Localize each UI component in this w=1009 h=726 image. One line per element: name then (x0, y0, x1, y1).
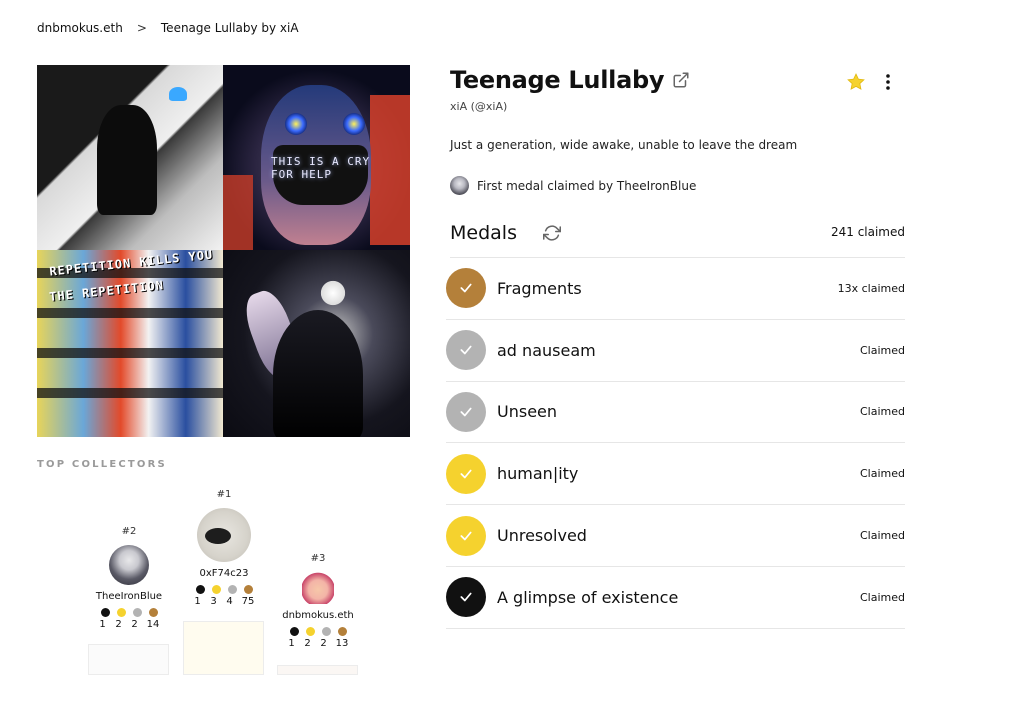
medal-tier-dots (88, 608, 170, 617)
bronze-medal-dot (243, 585, 253, 594)
check-icon (460, 407, 472, 417)
collection-title: Teenage Lullaby (450, 66, 665, 94)
external-link-icon[interactable] (672, 71, 690, 89)
collection-description: Just a generation, wide awake, unable to… (450, 138, 798, 152)
black-medal-dot (289, 627, 299, 636)
kebab-menu-icon[interactable] (880, 72, 896, 92)
collector-rank-3[interactable]: #3 dnbmokus.eth 1 2 2 13 (280, 553, 356, 649)
artwork-panel-2: THIS IS A CRY FOR HELP (223, 65, 410, 250)
gold-medal-dot (211, 585, 221, 594)
medal-status: Claimed (860, 467, 905, 481)
silver-medal-dot (321, 627, 331, 636)
check-icon (460, 531, 472, 540)
silver-medal-badge (446, 330, 486, 371)
black-medal-dot (195, 585, 205, 594)
breadcrumb: dnbmokus.eth > Teenage Lullaby by xiA (37, 21, 299, 35)
black-medal-badge (446, 577, 486, 618)
breadcrumb-root-link[interactable]: dnbmokus.eth (37, 21, 123, 35)
medal-name: Fragments (497, 278, 582, 298)
collector-name: TheeIronBlue (95, 591, 163, 602)
artwork-panel-1 (37, 65, 223, 250)
gold-medal-badge (446, 515, 486, 556)
breadcrumb-separator: > (136, 21, 147, 35)
artwork-overlay-text: THIS IS A CRY FOR HELP (271, 155, 371, 181)
medal-row[interactable]: human|ity Claimed (446, 443, 905, 506)
artist-handle[interactable]: xiA (@xiA) (450, 100, 507, 113)
silver-medal-dot (227, 585, 237, 594)
breadcrumb-current: Teenage Lullaby by xiA (160, 21, 299, 35)
check-icon (460, 593, 472, 602)
medal-counts: 1 3 4 75 (194, 596, 255, 607)
collector-rank: #1 (216, 489, 232, 500)
collector-name: dnbmokus.eth (282, 610, 354, 621)
medal-status: Claimed (860, 405, 905, 419)
artwork-panel-4 (223, 250, 410, 437)
medal-name: A glimpse of existence (497, 587, 679, 607)
first-medal-info: First medal claimed by TheeIronBlue (450, 176, 696, 195)
medal-row[interactable]: Fragments 13x claimed (446, 258, 905, 320)
total-claimed-count: 241 claimed (830, 225, 905, 239)
collection-artwork: THIS IS A CRY FOR HELP REPETITION KILLS … (37, 65, 410, 437)
star-icon[interactable] (846, 72, 866, 92)
bronze-medal-dot (337, 627, 347, 636)
medal-status: Claimed (860, 529, 905, 543)
medal-counts: 1 2 2 13 (288, 638, 349, 649)
check-icon (460, 284, 472, 293)
medal-status: Claimed (860, 343, 905, 357)
collector-rank: #3 (310, 553, 326, 564)
bronze-medal-dot (148, 608, 158, 617)
avatar (109, 545, 149, 585)
medal-counts: 1 2 2 14 (99, 619, 160, 630)
check-icon (460, 345, 472, 355)
podium-third (277, 665, 358, 675)
medal-tier-dots (188, 585, 260, 594)
gold-medal-dot (305, 627, 315, 636)
medal-tier-dots (280, 627, 356, 636)
top-collectors-title: TOP COLLECTORS (37, 459, 167, 470)
medal-name: Unresolved (497, 526, 587, 546)
podium-first (183, 621, 264, 675)
collector-rank-1[interactable]: #1 0xF74c23 1 3 4 75 (188, 489, 260, 607)
check-icon (460, 469, 472, 479)
page-title: Teenage Lullaby (450, 66, 690, 94)
collector-name: 0xF74c23 (199, 568, 249, 579)
butterfly-graphic (169, 87, 187, 101)
medal-name: ad nauseam (497, 340, 596, 360)
silver-medal-dot (132, 608, 142, 617)
refresh-icon[interactable] (543, 224, 561, 242)
medal-list: Fragments 13x claimed ad nauseam Claimed… (446, 258, 905, 629)
medal-row[interactable]: Unresolved Claimed (446, 505, 905, 567)
medal-row[interactable]: Unseen Claimed (446, 382, 905, 444)
gold-medal-dot (116, 608, 126, 617)
black-medal-dot (100, 608, 110, 617)
first-medal-text: First medal claimed by TheeIronBlue (477, 178, 697, 193)
bronze-medal-badge (446, 268, 486, 309)
avatar (197, 508, 251, 562)
medal-status: 13x claimed (837, 281, 905, 295)
medal-status: Claimed (860, 590, 905, 604)
silver-medal-badge (446, 391, 486, 432)
avatar (450, 176, 469, 195)
collector-rank: #2 (121, 526, 137, 537)
medal-name: Unseen (497, 402, 558, 422)
avatar (302, 572, 334, 604)
medal-row[interactable]: A glimpse of existence Claimed (446, 567, 905, 629)
medals-heading: Medals (450, 222, 517, 244)
medals-header: Medals 241 claimed (450, 222, 905, 258)
medal-row[interactable]: ad nauseam Claimed (446, 320, 905, 382)
medal-name: human|ity (497, 464, 579, 484)
collector-rank-2[interactable]: #2 TheeIronBlue 1 2 2 14 (88, 526, 170, 630)
gold-medal-badge (446, 453, 486, 494)
butterfly-graphic (318, 280, 348, 306)
podium-second (88, 644, 169, 675)
artwork-panel-3: REPETITION KILLS YOU THE REPETITION (37, 250, 223, 437)
